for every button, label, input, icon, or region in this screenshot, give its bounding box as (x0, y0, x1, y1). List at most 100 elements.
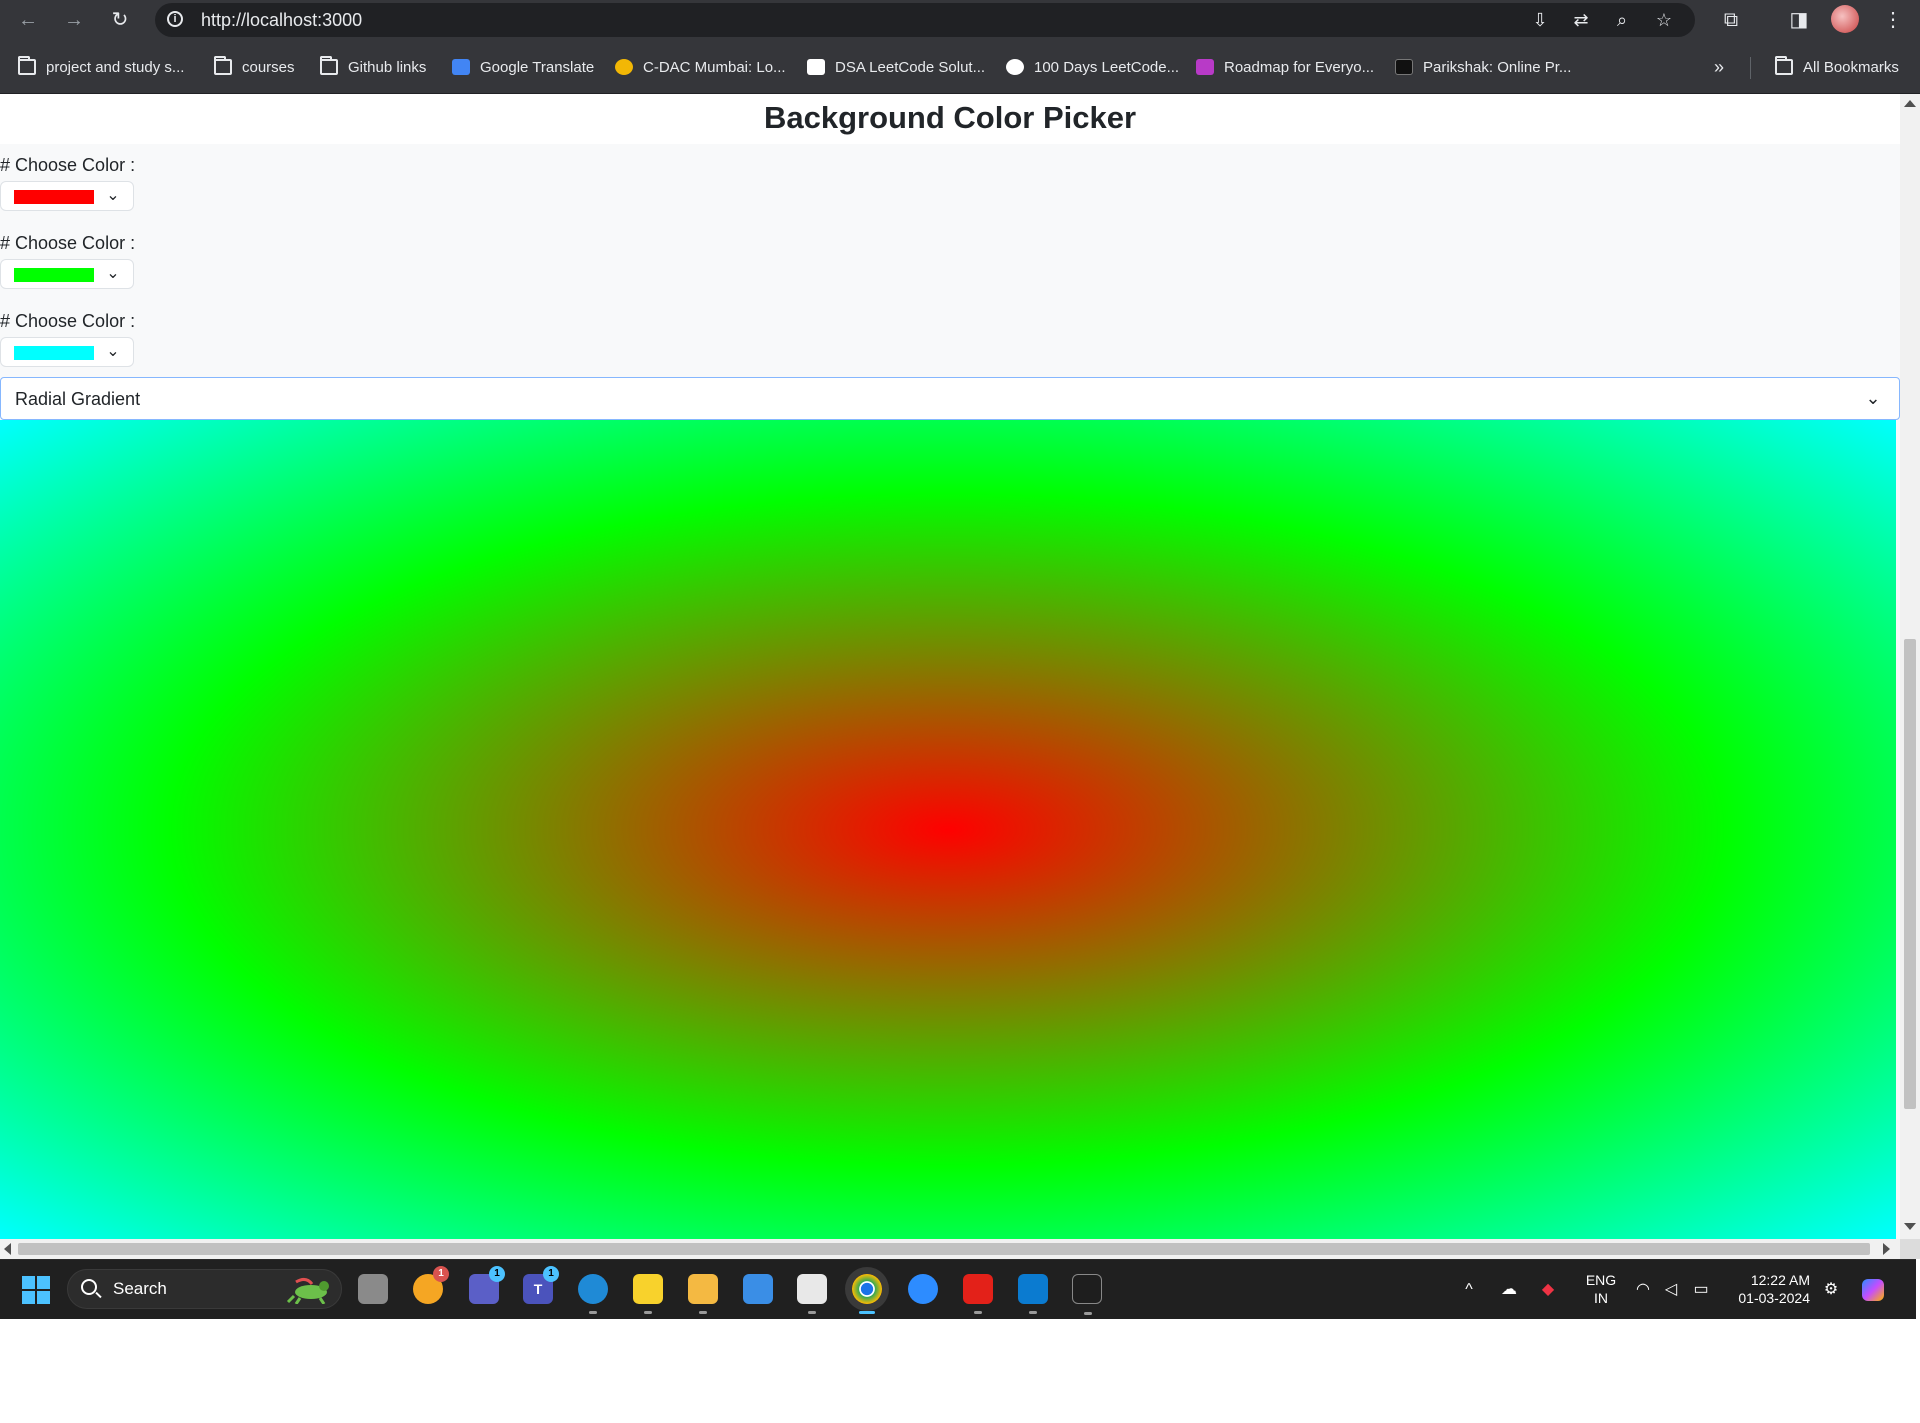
teams-icon[interactable]: T 1 (523, 1266, 559, 1304)
bookmark-folder-github[interactable]: Github links (320, 54, 426, 80)
bookmark-cdac[interactable]: C-DAC Mumbai: Lo... (615, 54, 786, 80)
bookmarks-divider (1750, 57, 1751, 79)
bookmark-google-translate[interactable]: Google Translate (452, 54, 594, 80)
bookmark-parikshak[interactable]: Parikshak: Online Pr... (1395, 54, 1571, 80)
more-bookmarks-chevron-icon[interactable]: » (1714, 54, 1724, 80)
scroll-up-arrow-icon[interactable] (1904, 100, 1916, 107)
running-indicator (589, 1311, 597, 1314)
scroll-left-arrow-icon[interactable] (4, 1243, 11, 1255)
folder-icon (320, 56, 338, 75)
vertical-scrollbar[interactable] (1900, 94, 1920, 1239)
sticky-notes-icon[interactable] (633, 1274, 663, 1314)
extensions-icon[interactable]: ⧉ (1717, 6, 1745, 34)
running-indicator (974, 1311, 982, 1314)
side-panel-icon[interactable]: ◨ (1785, 6, 1813, 34)
address-bar[interactable]: i http://localhost:3000 ⇩ ⇄ ⌕ ☆ (155, 3, 1695, 37)
search-icon (81, 1279, 97, 1295)
copilot-icon[interactable] (1862, 1279, 1884, 1301)
edge-browser-icon[interactable] (578, 1274, 608, 1314)
address-url[interactable]: http://localhost:3000 (201, 9, 362, 31)
color-picker-label: # Choose Color : (0, 233, 136, 253)
folder-icon (214, 56, 232, 75)
scroll-down-arrow-icon[interactable] (1904, 1223, 1916, 1230)
all-bookmarks-button[interactable]: All Bookmarks (1775, 54, 1899, 80)
chevron-up-icon[interactable]: ^ (1458, 1279, 1480, 1301)
notification-badge: 1 (543, 1266, 559, 1282)
folder-icon (1775, 56, 1793, 75)
chevron-down-icon: ⌄ (106, 187, 120, 204)
taskbar: Search 1 1 T 1 ^ ☁ ◆ ENG IN ◠ ◁ ▭ 12:22 … (0, 1259, 1916, 1319)
install-app-icon[interactable]: ⇩ (1528, 8, 1552, 32)
wifi-icon[interactable]: ◠ (1632, 1279, 1654, 1301)
snipping-tool-icon[interactable] (797, 1274, 827, 1314)
back-arrow-icon[interactable]: ← (14, 6, 42, 34)
roadmap-logo-icon (1196, 59, 1214, 75)
forward-arrow-icon[interactable]: → (60, 6, 88, 34)
file-explorer-icon[interactable] (688, 1274, 718, 1314)
gradient-type-select[interactable]: Radial Gradient ⌄ (0, 377, 1900, 420)
onedrive-cloud-icon[interactable]: ☁ (1498, 1279, 1520, 1301)
color-picker-label: # Choose Color : (0, 311, 136, 331)
horizontal-scrollbar[interactable] (0, 1239, 1900, 1259)
running-indicator (1084, 1312, 1092, 1315)
bookmark-100-days[interactable]: 100 Days LeetCode... (1006, 54, 1179, 80)
color-swatch (14, 268, 94, 282)
app-tray-icon[interactable]: ◆ (1537, 1279, 1559, 1301)
menu-kebab-icon[interactable]: ⋮ (1879, 6, 1907, 34)
scrollbar-corner (1900, 1239, 1920, 1259)
battery-icon[interactable]: ▭ (1690, 1279, 1712, 1301)
bookmark-dsa-leetcode[interactable]: DSA LeetCode Solut... (807, 54, 985, 80)
windows-start-icon[interactable] (22, 1276, 50, 1304)
google-translate-icon (452, 59, 470, 75)
color-input[interactable]: ⌄ (0, 337, 134, 367)
vertical-scrollbar-thumb[interactable] (1904, 639, 1916, 1109)
horizontal-scrollbar-thumb[interactable] (18, 1243, 1870, 1255)
header: Background Color Picker (0, 94, 1900, 144)
weather-widget-icon[interactable]: 1 (413, 1266, 449, 1304)
profile-avatar[interactable] (1831, 5, 1859, 33)
color-picker-label: # Choose Color : (0, 155, 136, 175)
gradient-type-value: Radial Gradient (15, 389, 141, 409)
cdac-logo-icon (615, 59, 633, 75)
notifications-icon[interactable]: ⚙ (1820, 1279, 1842, 1301)
zoom-icon[interactable]: ⌕ (1610, 8, 1634, 32)
chrome-icon[interactable] (852, 1274, 882, 1314)
teams-chat-icon[interactable]: 1 (469, 1266, 505, 1304)
notepad-icon[interactable] (743, 1274, 773, 1304)
scroll-right-arrow-icon[interactable] (1883, 1243, 1890, 1255)
bookmark-folder-project[interactable]: project and study s... (18, 54, 184, 80)
blank-area (0, 1319, 1920, 1423)
vscode-icon[interactable] (1018, 1274, 1048, 1314)
chevron-down-icon: ⌄ (106, 265, 120, 282)
running-indicator (644, 1311, 652, 1314)
clock[interactable]: 12:22 AM 01-03-2024 (1725, 1271, 1810, 1307)
gradient-preview (0, 420, 1896, 1239)
translate-icon[interactable]: ⇄ (1569, 8, 1593, 32)
bookmark-roadmap[interactable]: Roadmap for Everyo... (1196, 54, 1374, 80)
folder-icon (18, 56, 36, 75)
task-view-icon[interactable] (358, 1274, 388, 1304)
search-highlight-art-icon (286, 1277, 329, 1304)
taskbar-search-box[interactable]: Search (67, 1269, 342, 1309)
zoom-icon[interactable] (908, 1274, 938, 1304)
chevron-down-icon: ⌄ (106, 343, 120, 360)
site-info-icon[interactable]: i (167, 11, 183, 27)
bookmark-folder-courses[interactable]: courses (214, 54, 295, 80)
page-viewport: Background Color Picker # Choose Color :… (0, 94, 1900, 1239)
browser-toolbar: ← → ↻ i http://localhost:3000 ⇩ ⇄ ⌕ ☆ ⧉ … (0, 0, 1920, 40)
color-swatch (14, 346, 94, 360)
color-input[interactable]: ⌄ (0, 181, 134, 211)
language-indicator[interactable]: ENG IN (1583, 1271, 1619, 1307)
color-input[interactable]: ⌄ (0, 259, 134, 289)
terminal-icon[interactable] (1072, 1274, 1102, 1315)
running-indicator (808, 1311, 816, 1314)
reload-icon[interactable]: ↻ (106, 6, 134, 34)
bookmarks-bar: project and study s... courses Github li… (0, 40, 1920, 94)
notification-badge: 1 (433, 1266, 449, 1282)
bookmark-star-icon[interactable]: ☆ (1652, 8, 1676, 32)
taskbar-search-label: Search (113, 1279, 167, 1298)
color-swatch (14, 190, 94, 204)
running-indicator (859, 1311, 875, 1314)
volume-icon[interactable]: ◁ (1660, 1279, 1682, 1301)
acrobat-reader-icon[interactable] (963, 1274, 993, 1314)
